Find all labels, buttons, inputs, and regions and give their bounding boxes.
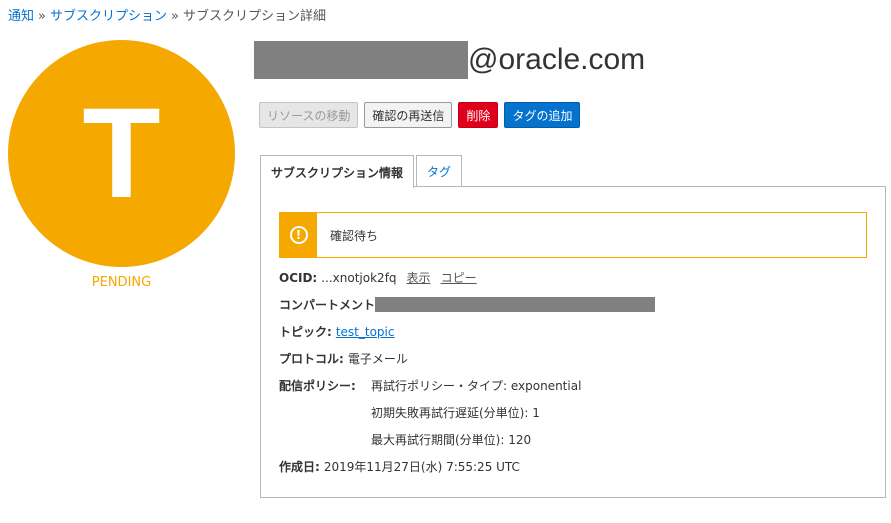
subscription-info-panel: ! 確認待ち OCID: ...xnotjok2fq 表示 コピー コンパートメ… [260, 186, 886, 498]
max-retry-duration: 最大再試行期間(分単位): 120 [371, 433, 532, 447]
status-label: PENDING [91, 275, 152, 290]
delivery-policy-label-row: 配信ポリシー: [279, 377, 375, 394]
ocid-copy-link[interactable]: コピー [441, 269, 477, 286]
created-label: 作成日: [279, 460, 320, 474]
ocid-show-link[interactable]: 表示 [407, 269, 431, 286]
breadcrumb-notifications-link[interactable]: 通知 [8, 9, 34, 24]
compartment-row: コンパートメント [279, 296, 656, 313]
action-toolbar: リソースの移動 確認の再送信 削除 タグの追加 [259, 102, 581, 128]
page-title: @oracle.com [254, 40, 645, 80]
retry-policy-type: 再試行ポリシー・タイプ: exponential [371, 379, 582, 393]
delivery-policy-label: 配信ポリシー: [279, 379, 356, 393]
breadcrumb: 通知» サブスクリプション» サブスクリプション詳細 [8, 5, 326, 24]
redacted-email-user [254, 41, 468, 79]
breadcrumb-separator: » [38, 9, 46, 24]
initial-retry-delay: 初期失敗再試行遅延(分単位): 1 [371, 406, 540, 420]
protocol-row: プロトコル: 電子メール [279, 350, 408, 367]
add-tags-button[interactable]: タグの追加 [504, 102, 581, 128]
page-title-suffix: @oracle.com [468, 43, 646, 76]
pending-alert: ! 確認待ち [279, 212, 867, 258]
redacted-compartment-value [375, 297, 656, 312]
avatar: T [8, 40, 235, 267]
move-resource-button[interactable]: リソースの移動 [259, 102, 359, 128]
protocol-value: 電子メール [347, 352, 408, 366]
protocol-label: プロトコル: [279, 352, 344, 366]
delete-button[interactable]: 削除 [458, 102, 499, 128]
breadcrumb-subscriptions-link[interactable]: サブスクリプション [50, 9, 167, 24]
resend-confirmation-button[interactable]: 確認の再送信 [364, 102, 453, 128]
alert-icon-box: ! [280, 213, 317, 257]
tab-subscription-info[interactable]: サブスクリプション情報 [260, 155, 415, 188]
ocid-value: ...xnotjok2fq [321, 270, 397, 285]
alert-message: 確認待ち [330, 228, 379, 243]
ocid-label: OCID: [279, 270, 318, 285]
created-row: 作成日: 2019年11月27日(水) 7:55:25 UTC [279, 458, 520, 475]
exclamation-circle-icon: ! [289, 226, 308, 244]
ocid-row: OCID: ...xnotjok2fq 表示 コピー [279, 269, 477, 286]
tab-bar: サブスクリプション情報 タグ [260, 155, 463, 188]
topic-row: トピック: test_topic [279, 323, 394, 340]
tab-tags[interactable]: タグ [416, 155, 463, 187]
breadcrumb-separator: » [171, 9, 179, 24]
breadcrumb-current: サブスクリプション詳細 [182, 9, 326, 24]
avatar-letter: T [82, 81, 161, 225]
created-value: 2019年11月27日(水) 7:55:25 UTC [323, 460, 520, 474]
topic-link[interactable]: test_topic [336, 325, 395, 339]
compartment-label: コンパートメント [279, 298, 376, 312]
topic-label: トピック: [279, 325, 332, 339]
